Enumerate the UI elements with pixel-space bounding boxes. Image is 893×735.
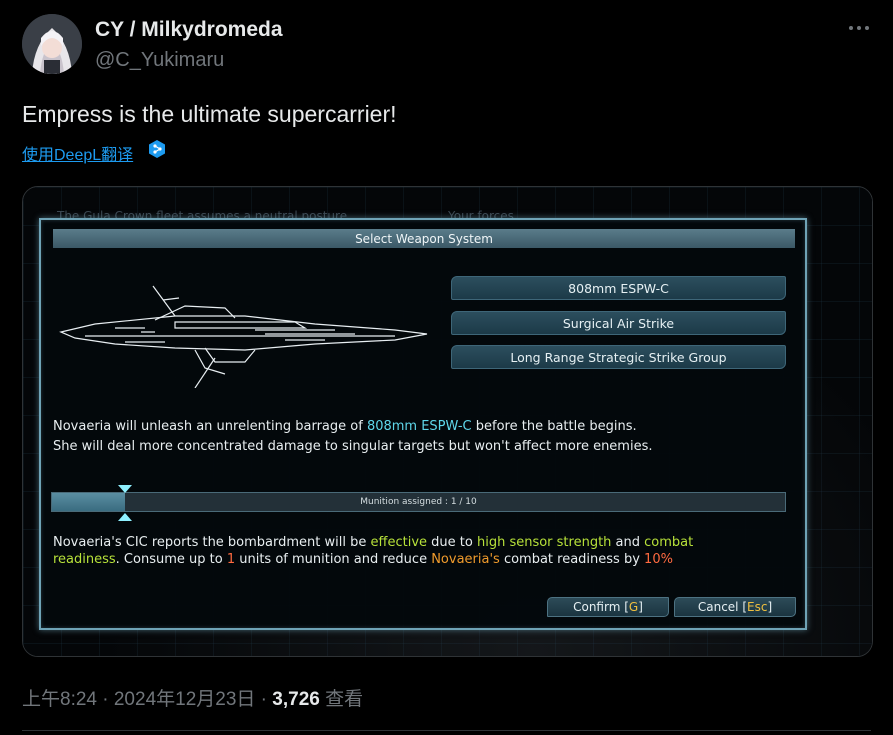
desc-text: Novaeria will unleash an unrelenting bar… <box>53 419 367 434</box>
cancel-key: Esc <box>747 600 768 614</box>
report-combat: combat <box>644 535 694 550</box>
tweet-text: Empress is the ultimate supercarrier! <box>22 101 397 127</box>
report-text: units of munition and reduce <box>235 552 432 567</box>
cancel-label: Cancel [ <box>697 600 748 614</box>
weapon-description-line2: She will deal more concentrated damage t… <box>53 439 653 454</box>
report-sensor: high sensor strength <box>476 535 612 550</box>
view-count: 3,726 <box>272 689 320 710</box>
slider-handle-icon[interactable] <box>118 513 132 521</box>
cic-report-line1: Novaeria's CIC reports the bombardment w… <box>53 535 693 550</box>
weapon-option-air-strike[interactable]: Surgical Air Strike <box>451 311 786 335</box>
translate-link[interactable]: 使用DeepL翻译 <box>22 141 133 165</box>
weapon-option-espw[interactable]: 808mm ESPW-C <box>451 276 786 300</box>
cic-report-line2: readiness. Consume up to 1 units of muni… <box>53 552 673 567</box>
desc-weapon-name: 808mm ESPW-C <box>366 419 472 434</box>
report-percent: 10% <box>644 552 673 567</box>
more-options-icon[interactable] <box>846 20 872 36</box>
display-name[interactable]: CY / Milkydromeda <box>95 18 283 42</box>
report-units: 1 <box>226 552 236 567</box>
cancel-bracket: ] <box>767 600 773 614</box>
confirm-bracket: ] <box>638 600 643 614</box>
report-ship-name: Novaeria's <box>431 552 500 567</box>
report-text: due to <box>427 535 477 550</box>
tweet-timestamp[interactable]: 上午8:24 · 2024年12月23日 · <box>22 689 272 710</box>
report-text: . Consume up to <box>115 552 227 567</box>
report-readiness: readiness <box>53 552 116 567</box>
weapon-description-line1: Novaeria will unleash an unrelenting bar… <box>53 419 637 434</box>
user-handle[interactable]: @C_Yukimaru <box>95 49 224 72</box>
divider <box>22 730 871 731</box>
munition-slider[interactable]: Munition assigned : 1 / 10 <box>51 492 786 512</box>
confirm-key: G <box>628 600 639 614</box>
cancel-button[interactable]: Cancel [Esc] <box>674 597 796 617</box>
tweet-meta: 上午8:24 · 2024年12月23日 · 3,726 查看 <box>22 684 363 711</box>
avatar-image <box>22 14 82 74</box>
view-label: 查看 <box>319 689 364 710</box>
weapon-select-dialog: Select Weapon System 808mm ESPW-C Surgic… <box>39 218 807 630</box>
deepl-icon[interactable] <box>147 139 167 159</box>
report-text: combat readiness by <box>499 552 645 567</box>
tweet-media[interactable]: The Gula Crown fleet assumes a neutral p… <box>22 186 873 657</box>
confirm-label: Confirm [ <box>573 600 629 614</box>
report-text: Novaeria's CIC reports the bombardment w… <box>53 535 371 550</box>
report-effective: effective <box>370 535 428 550</box>
dialog-title: Select Weapon System <box>53 229 795 248</box>
desc-text: before the battle begins. <box>471 419 637 434</box>
weapon-option-strike-group[interactable]: Long Range Strategic Strike Group <box>451 345 786 369</box>
ship-silhouette-icon <box>59 285 428 388</box>
confirm-button[interactable]: Confirm [G] <box>547 597 669 617</box>
slider-handle-icon[interactable] <box>118 485 132 493</box>
avatar[interactable] <box>22 14 82 74</box>
munition-label: Munition assigned : 1 / 10 <box>360 497 477 507</box>
report-text: and <box>611 535 645 550</box>
